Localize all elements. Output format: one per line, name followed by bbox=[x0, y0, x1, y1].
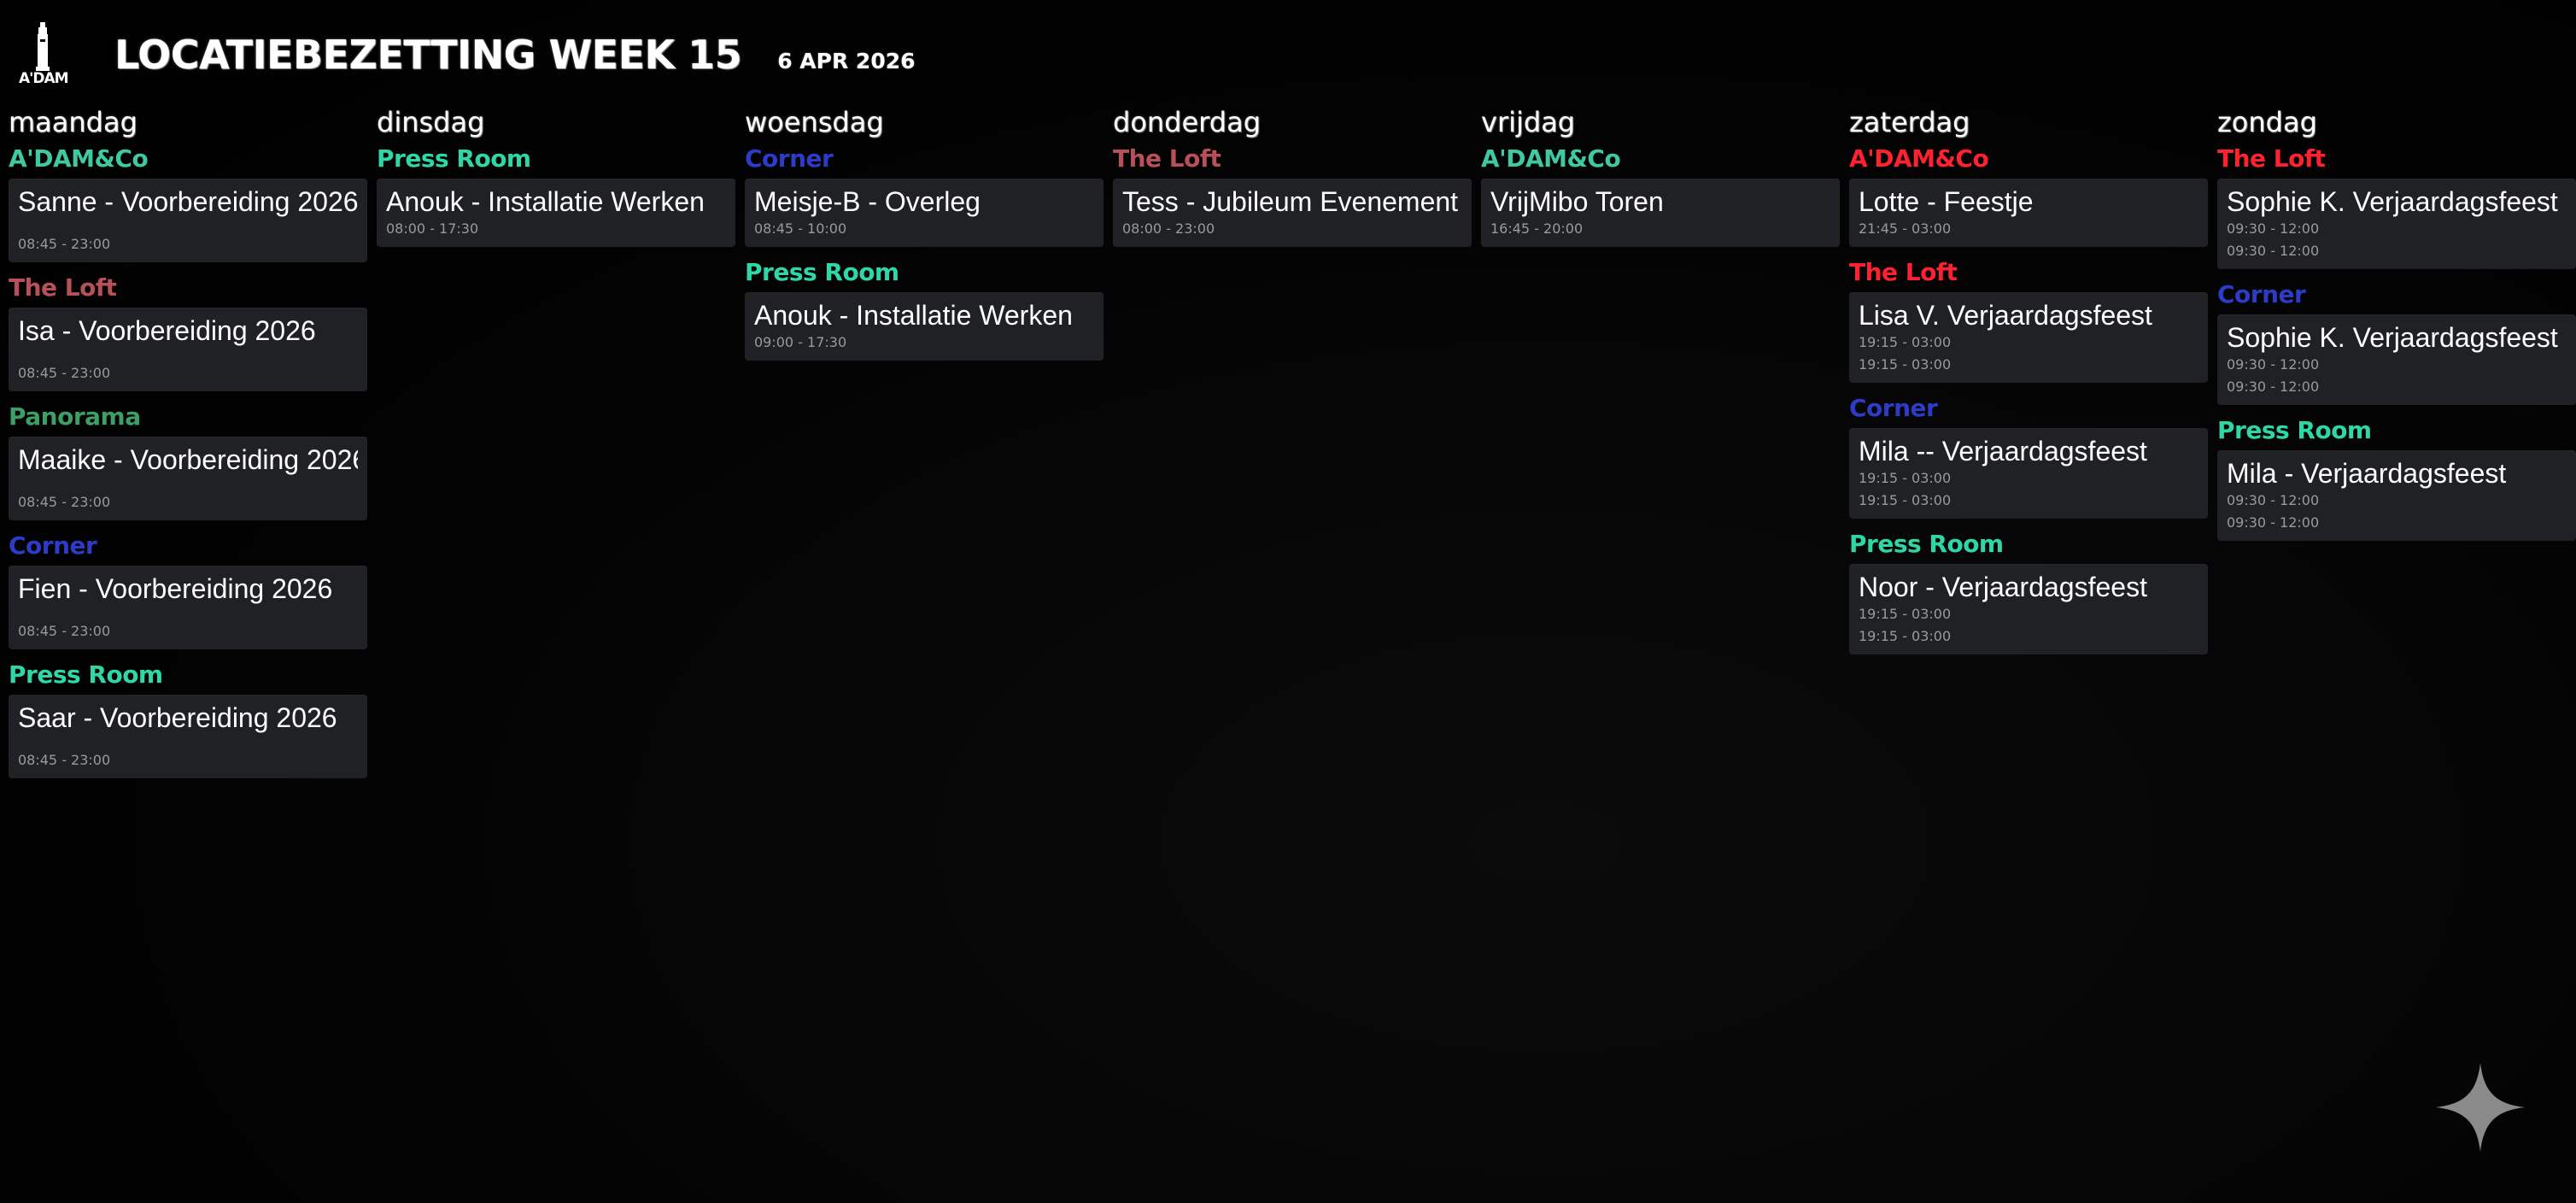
room-label: Corner bbox=[9, 531, 97, 560]
booking-time: 08:45 - 10:00 bbox=[754, 220, 847, 237]
room-label: Panorama bbox=[9, 402, 141, 431]
booking-card[interactable]: Isa - Voorbereiding 2026 08:45 - 23:00 bbox=[9, 308, 367, 391]
room-label: Press Room bbox=[377, 144, 531, 173]
booking-title: Sophie K. Verjaardagsfeest bbox=[2227, 186, 2558, 217]
booking-title: Noor - Verjaardagsfeest bbox=[1859, 572, 2147, 602]
room-label: Press Room bbox=[745, 258, 899, 286]
room-label: Press Room bbox=[2217, 416, 2372, 444]
day-name: maandag bbox=[9, 106, 138, 138]
booking-time: 19:15 - 03:00 bbox=[1859, 334, 1952, 350]
booking-time: 21:45 - 03:00 bbox=[1859, 220, 1952, 237]
room-label: The Loft bbox=[1849, 258, 1958, 286]
booking-title: Sophie K. Verjaardagsfeest bbox=[2227, 322, 2558, 353]
booking-time: 19:15 - 03:00 bbox=[1859, 470, 1952, 486]
booking-card[interactable]: Sophie K. Verjaardagsfeest 09:30 - 12:00 0… bbox=[2217, 179, 2576, 269]
booking-title: Mila - Verjaardagsfeest bbox=[2227, 458, 2507, 489]
day-name: donderdag bbox=[1113, 106, 1261, 138]
booking-card[interactable]: Maaike - Voorbereiding 2026 08:45 - 23:00 bbox=[9, 437, 367, 520]
room-label: Corner bbox=[1849, 394, 1938, 422]
room-label: Corner bbox=[745, 144, 834, 173]
booking-title: Meisje-B - Overleg bbox=[754, 186, 981, 217]
room-label: Corner bbox=[2217, 280, 2306, 308]
booking-card[interactable]: Sanne - Voorbereiding 2026 08:45 - 23:00 bbox=[9, 179, 367, 262]
booking-time: 09:30 - 12:00 bbox=[2227, 356, 2320, 373]
booking-card[interactable]: Anouk - Installatie Werken 09:00 - 17:30 bbox=[745, 292, 1104, 361]
page-title: LOCATIEBEZETTING WEEK 15 bbox=[114, 32, 742, 78]
booking-time: 09:30 - 12:00 bbox=[2227, 243, 2320, 259]
booking-card[interactable]: Saar - Voorbereiding 2026 08:45 - 23:00 bbox=[9, 695, 367, 778]
booking-title: VrijMibo Toren bbox=[1490, 186, 1664, 217]
day-name: vrijdag bbox=[1481, 106, 1576, 138]
booking-card[interactable]: Sophie K. Verjaardagsfeest 09:30 - 12:00 0… bbox=[2217, 314, 2576, 405]
day-name: zaterdag bbox=[1849, 106, 1970, 138]
room-label: A'DAM&Co bbox=[1481, 144, 1621, 173]
booking-card[interactable]: Mila - Verjaardagsfeest 09:30 - 12:00 09:3… bbox=[2217, 450, 2576, 541]
booking-title: Lisa V. Verjaardagsfeest bbox=[1859, 300, 2152, 331]
room-label: A'DAM&Co bbox=[9, 144, 149, 173]
booking-card[interactable]: VrijMibo Toren 16:45 - 20:00 bbox=[1481, 179, 1840, 247]
booking-time: 16:45 - 20:00 bbox=[1490, 220, 1584, 237]
day-column-woensdag: woensdag Corner Meisje-B - Overleg 08:45 - … bbox=[745, 103, 1104, 787]
week-columns: maandag A'DAM&Co Sanne - Voorbereiding 202… bbox=[9, 103, 2576, 787]
sparkle-icon bbox=[2436, 1063, 2525, 1152]
booking-time: 09:30 - 12:00 bbox=[2227, 220, 2320, 237]
booking-card[interactable]: Mila -- Verjaardagsfeest 19:15 - 03:00 19:… bbox=[1849, 428, 2208, 519]
booking-time: 19:15 - 03:00 bbox=[1859, 356, 1952, 373]
booking-time: 08:45 - 23:00 bbox=[18, 494, 111, 510]
day-name: woensdag bbox=[745, 106, 884, 138]
day-column-vrijdag: vrijdag A'DAM&Co VrijMibo Toren 16:45 - 20:… bbox=[1481, 103, 1840, 787]
booking-card[interactable]: Lisa V. Verjaardagsfeest 19:15 - 03:00 19:… bbox=[1849, 292, 2208, 383]
booking-title: Anouk - Installatie Werken bbox=[754, 300, 1073, 331]
room-label: The Loft bbox=[9, 273, 117, 302]
booking-time: 09:30 - 12:00 bbox=[2227, 492, 2320, 508]
header: A'DAM LOCATIEBEZETTING WEEK 15 6 APR 202… bbox=[15, 19, 916, 91]
booking-title: Saar - Voorbereiding 2026 bbox=[18, 702, 337, 733]
booking-card[interactable]: Tess - Jubileum Evenement 08:00 - 23:00 bbox=[1113, 179, 1472, 247]
booking-time: 08:45 - 23:00 bbox=[18, 365, 111, 381]
booking-title: Maaike - Voorbereiding 2026 bbox=[18, 444, 358, 475]
day-column-zondag: zondag The Loft Sophie K. Verjaardagsfeest… bbox=[2217, 103, 2576, 787]
booking-card[interactable]: Meisje-B - Overleg 08:45 - 10:00 bbox=[745, 179, 1104, 247]
booking-time: 08:00 - 17:30 bbox=[386, 220, 479, 237]
room-label: Press Room bbox=[9, 660, 163, 689]
booking-time: 09:00 - 17:30 bbox=[754, 334, 847, 350]
adam-tower-icon bbox=[36, 22, 50, 71]
booking-time: 08:00 - 23:00 bbox=[1122, 220, 1215, 237]
logo-text: A'DAM bbox=[19, 70, 69, 87]
booking-card[interactable]: Anouk - Installatie Werken 08:00 - 17:30 bbox=[377, 179, 735, 247]
room-label: The Loft bbox=[1113, 144, 1221, 173]
booking-card[interactable]: Fien - Voorbereiding 2026 08:45 - 23:00 bbox=[9, 566, 367, 649]
day-column-maandag: maandag A'DAM&Co Sanne - Voorbereiding 202… bbox=[9, 103, 367, 787]
booking-time: 08:45 - 23:00 bbox=[18, 752, 111, 768]
occupancy-board: A'DAM LOCATIEBEZETTING WEEK 15 6 APR 202… bbox=[0, 0, 2576, 1203]
booking-title: Isa - Voorbereiding 2026 bbox=[18, 315, 316, 346]
booking-title: Fien - Voorbereiding 2026 bbox=[18, 573, 333, 604]
booking-time: 08:45 - 23:00 bbox=[18, 236, 111, 252]
booking-time: 19:15 - 03:00 bbox=[1859, 606, 1952, 622]
booking-time: 08:45 - 23:00 bbox=[18, 623, 111, 639]
room-label: Press Room bbox=[1849, 530, 2004, 558]
day-column-dinsdag: dinsdag Press Room Anouk - Installatie Wer… bbox=[377, 103, 735, 787]
day-column-donderdag: donderdag The Loft Tess - Jubileum Eveneme… bbox=[1113, 103, 1472, 787]
booking-time: 09:30 - 12:00 bbox=[2227, 379, 2320, 395]
room-label: A'DAM&Co bbox=[1849, 144, 1989, 173]
booking-title: Lotte - Feestje bbox=[1859, 186, 2034, 217]
page-date: 6 APR 2026 bbox=[777, 48, 916, 73]
booking-title: Mila -- Verjaardagsfeest bbox=[1859, 436, 2147, 467]
booking-title: Tess - Jubileum Evenement bbox=[1122, 186, 1459, 217]
booking-card[interactable]: Noor - Verjaardagsfeest 19:15 - 03:00 19:1… bbox=[1849, 564, 2208, 654]
day-column-zaterdag: zaterdag A'DAM&Co Lotte - Feestje 21:45 - 0… bbox=[1849, 103, 2208, 787]
day-name: dinsdag bbox=[377, 106, 485, 138]
booking-title: Sanne - Voorbereiding 2026 bbox=[18, 186, 358, 217]
room-label: The Loft bbox=[2217, 144, 2326, 173]
day-name: zondag bbox=[2217, 106, 2317, 138]
booking-title: Anouk - Installatie Werken bbox=[386, 186, 705, 217]
adam-logo: A'DAM bbox=[15, 19, 70, 91]
booking-time: 09:30 - 12:00 bbox=[2227, 514, 2320, 531]
booking-time: 19:15 - 03:00 bbox=[1859, 492, 1952, 508]
booking-time: 19:15 - 03:00 bbox=[1859, 628, 1952, 644]
booking-card[interactable]: Lotte - Feestje 21:45 - 03:00 bbox=[1849, 179, 2208, 247]
